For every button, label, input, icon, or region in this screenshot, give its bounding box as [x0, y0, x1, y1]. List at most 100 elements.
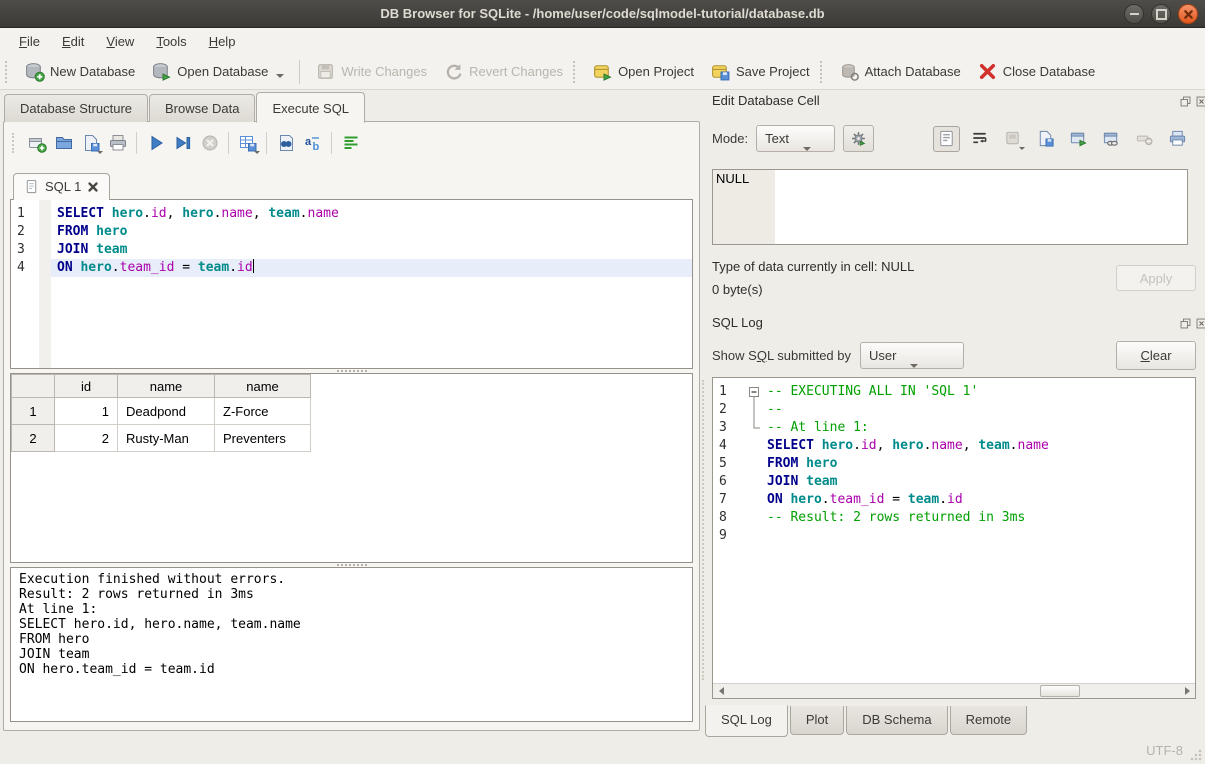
mode-select[interactable]: Text	[756, 125, 835, 152]
dropdown-arrow-icon[interactable]	[254, 151, 260, 154]
menu-view[interactable]: View	[95, 30, 145, 53]
find-button[interactable]	[272, 130, 299, 156]
execute-current-line-button[interactable]	[169, 130, 196, 156]
write-changes-button[interactable]: Write Changes	[307, 57, 435, 86]
clear-button[interactable]: Clear	[1116, 341, 1196, 370]
text-caret	[253, 259, 254, 273]
column-header[interactable]: name	[215, 375, 311, 398]
table-row[interactable]: 22Rusty-ManPreventers	[12, 425, 311, 452]
link-cell-button[interactable]	[1098, 126, 1125, 152]
import-cell-data-button[interactable]	[999, 126, 1026, 152]
auto-switch-mode-button[interactable]	[843, 125, 874, 152]
sql-log-view[interactable]: 123456789 -- EXECUTING ALL IN 'SQL 1'---…	[712, 377, 1196, 699]
row-number-cell[interactable]: 2	[12, 425, 55, 452]
dock-close-button[interactable]	[1195, 317, 1205, 330]
sql-file-tab-bar: SQL 1	[13, 169, 110, 199]
attach-database-button[interactable]: Attach Database	[831, 57, 969, 86]
dropdown-arrow-icon[interactable]	[276, 74, 284, 78]
open-sql-file-button[interactable]	[50, 130, 77, 156]
save-results-button[interactable]	[234, 130, 261, 156]
word-wrap-button[interactable]	[966, 126, 993, 152]
scrollbar-track[interactable]	[729, 684, 1179, 698]
table-corner-cell[interactable]	[12, 375, 55, 398]
save-project-button[interactable]: Save Project	[702, 57, 818, 86]
tab-browse-data[interactable]: Browse Data	[149, 94, 255, 122]
text-mode-button[interactable]	[933, 126, 960, 152]
close-database-button[interactable]: Close Database	[969, 57, 1104, 86]
minimize-button[interactable]	[1124, 4, 1144, 24]
save-sql-file-button[interactable]	[77, 130, 104, 156]
toolbar-handle[interactable]	[5, 61, 10, 83]
dock-tab-remote[interactable]: Remote	[950, 706, 1028, 735]
table-cell[interactable]: 2	[55, 425, 118, 452]
close-tab-icon[interactable]	[87, 181, 99, 193]
sql-token: team	[978, 438, 1009, 453]
table-cell[interactable]: Rusty-Man	[118, 425, 215, 452]
new-tab-button[interactable]	[23, 130, 50, 156]
dock-float-button[interactable]	[1179, 95, 1192, 108]
revert-changes-button[interactable]: Revert Changes	[435, 57, 571, 86]
menu-tools[interactable]: Tools	[145, 30, 197, 53]
apply-button[interactable]: Apply	[1116, 265, 1196, 291]
cell-value-editor[interactable]: NULL	[712, 169, 1188, 245]
sql-editor[interactable]: 1234 SELECT hero.id, hero.name, team.nam…	[10, 199, 693, 369]
scroll-left-icon[interactable]	[713, 684, 729, 698]
editor-code-area[interactable]: SELECT hero.id, hero.name, team.nameFROM…	[51, 200, 692, 368]
scroll-right-icon[interactable]	[1179, 684, 1195, 698]
scrollbar-thumb[interactable]	[1040, 685, 1081, 697]
sql-token: name	[221, 206, 252, 221]
table-row[interactable]: 11DeadpondZ-Force	[12, 398, 311, 425]
open-project-button[interactable]: Open Project	[584, 57, 702, 86]
stop-execution-button[interactable]	[196, 130, 223, 156]
status-bar: UTF-8	[0, 737, 1205, 764]
set-null-icon	[1135, 129, 1154, 148]
row-number-cell[interactable]: 1	[12, 398, 55, 425]
find-replace-button[interactable]: ab	[299, 130, 326, 156]
execute-all-button[interactable]	[142, 130, 169, 156]
table-cell[interactable]: Z-Force	[215, 398, 311, 425]
menu-file[interactable]: File	[8, 30, 51, 53]
table-cell[interactable]: Deadpond	[118, 398, 215, 425]
dock-tab-plot[interactable]: Plot	[790, 706, 844, 735]
log-horizontal-scrollbar[interactable]	[713, 683, 1195, 698]
filter-select[interactable]: User	[860, 342, 964, 369]
dock-float-button[interactable]	[1179, 317, 1192, 330]
dropdown-arrow-icon[interactable]	[1019, 147, 1025, 150]
execution-message-pane[interactable]: Execution finished without errors.Result…	[10, 567, 693, 722]
print-sql-button[interactable]	[104, 130, 131, 156]
sql-file-tab[interactable]: SQL 1	[13, 173, 110, 200]
tab-execute-sql[interactable]: Execute SQL	[256, 92, 365, 123]
pane-splitter[interactable]	[702, 380, 706, 680]
log-line: JOIN team	[763, 473, 1195, 491]
maximize-button[interactable]	[1151, 4, 1171, 24]
sql-log-dock-title: SQL Log	[712, 315, 763, 330]
tab-database-structure[interactable]: Database Structure	[4, 94, 148, 122]
toolbar-handle[interactable]	[820, 61, 825, 83]
sql-token: --	[767, 402, 783, 417]
dock-tab-db-schema[interactable]: DB Schema	[846, 706, 947, 735]
toolbar-handle[interactable]	[573, 61, 578, 83]
format-sql-button[interactable]	[337, 130, 364, 156]
fold-start[interactable]	[747, 383, 763, 401]
menu-edit[interactable]: Edit	[51, 30, 95, 53]
resize-grip[interactable]	[1190, 749, 1202, 761]
table-cell[interactable]: 1	[55, 398, 118, 425]
column-header[interactable]: name	[118, 375, 215, 398]
new-database-button[interactable]: New Database	[16, 57, 143, 86]
print-cell-button[interactable]	[1164, 126, 1191, 152]
table-cell[interactable]: Preventers	[215, 425, 311, 452]
open-in-external-app-button[interactable]	[1065, 126, 1092, 152]
column-header[interactable]: id	[55, 375, 118, 398]
open-database-button[interactable]: Open Database	[143, 57, 292, 86]
log-fold-margin[interactable]	[747, 378, 763, 683]
results-grid[interactable]: idnamename11DeadpondZ-Force22Rusty-ManPr…	[10, 373, 693, 563]
close-button[interactable]	[1178, 4, 1198, 24]
set-null-button[interactable]	[1131, 126, 1158, 152]
dock-tab-sql-log[interactable]: SQL Log	[705, 705, 788, 737]
dropdown-arrow-icon[interactable]	[97, 151, 103, 154]
encoding-indicator[interactable]: UTF-8	[1146, 743, 1183, 758]
export-cell-data-button[interactable]	[1032, 126, 1059, 152]
menu-help[interactable]: Help	[198, 30, 247, 53]
dock-close-button[interactable]	[1195, 95, 1205, 108]
toolbar-handle[interactable]	[12, 133, 17, 153]
